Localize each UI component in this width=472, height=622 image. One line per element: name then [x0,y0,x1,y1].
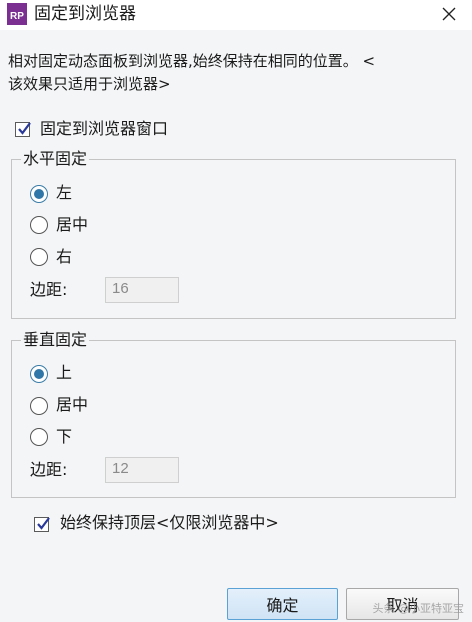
radio-horizontal-left-label: 左 [56,183,73,202]
checkmark-icon [37,517,50,530]
radio-horizontal-right[interactable] [30,248,48,266]
pin-to-browser-label: 固定到浏览器窗口 [40,119,169,138]
pin-to-browser-checkbox[interactable] [15,122,31,137]
description-text: 相对固定动态面板到浏览器,始终保持在相同的位置。 < 该效果只适用于浏览器> [8,50,464,96]
ok-button[interactable]: 确定 [227,588,338,620]
radio-horizontal-left[interactable] [30,185,48,203]
radio-vertical-bottom[interactable] [30,428,48,446]
horizontal-margin-input[interactable]: 16 [105,277,179,303]
description-line-2: 该效果只适用于浏览器> [8,75,171,93]
vertical-pin-title: 垂直固定 [21,330,90,350]
watermark: 头条 @小亚特亚宝 [372,602,465,615]
close-button[interactable] [434,0,464,28]
vertical-margin-input[interactable]: 12 [105,457,179,483]
radio-vertical-top[interactable] [30,365,48,383]
title-bar: RP 固定到浏览器 [0,0,472,30]
horizontal-pin-title: 水平固定 [21,149,90,169]
radio-horizontal-center[interactable] [30,216,48,234]
always-on-top-label: 始终保持顶层<仅限浏览器中> [60,513,279,532]
dialog-title: 固定到浏览器 [34,4,136,24]
vertical-pin-group [11,340,456,498]
axure-rp-app-icon: RP [7,3,27,25]
pin-to-browser-dialog: RP 固定到浏览器 相对固定动态面板到浏览器,始终保持在相同的位置。 < 该效果… [0,0,472,622]
radio-horizontal-right-label: 右 [56,247,73,266]
radio-horizontal-center-label: 居中 [56,215,89,234]
radio-vertical-top-label: 上 [56,363,73,382]
radio-vertical-middle-label: 居中 [56,395,89,414]
description-line-1: 相对固定动态面板到浏览器,始终保持在相同的位置。 < [8,52,376,70]
vertical-margin-label: 边距: [30,460,68,479]
radio-vertical-bottom-label: 下 [56,427,73,446]
horizontal-pin-group [11,159,456,319]
checkmark-icon [18,122,31,135]
horizontal-margin-label: 边距: [30,280,68,299]
radio-vertical-middle[interactable] [30,397,48,415]
always-on-top-checkbox[interactable] [34,517,50,532]
close-icon [442,7,456,21]
